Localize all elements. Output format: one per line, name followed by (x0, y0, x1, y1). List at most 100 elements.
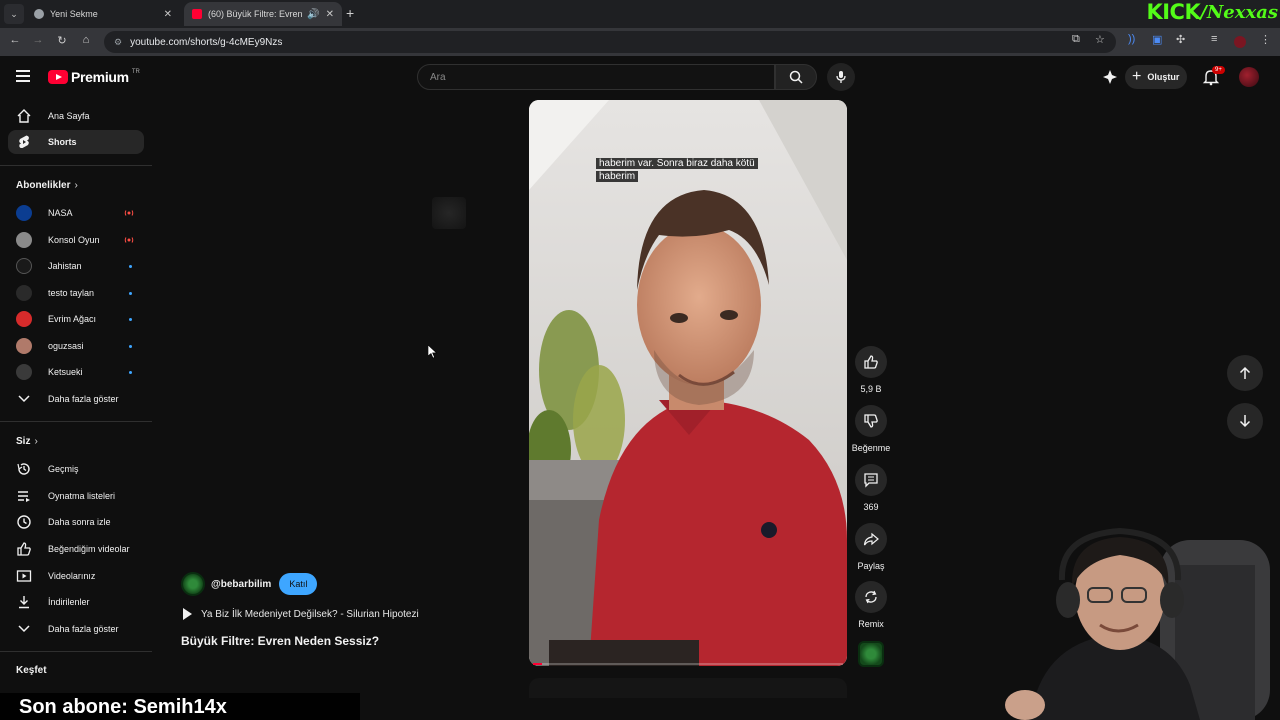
back-icon[interactable]: ← (8, 34, 22, 46)
sidebar-item-label: testo taylan (48, 288, 95, 298)
comment-count: 369 (863, 502, 879, 512)
sidebar-item-jahistan[interactable]: Jahistan (8, 254, 144, 278)
sidebar-item-show-more-you[interactable]: Daha fazla göster (8, 617, 144, 641)
install-app-icon[interactable]: ⧉ (1072, 33, 1080, 46)
reload-icon[interactable]: ↻ (55, 34, 69, 47)
bookmark-star-icon[interactable]: ☆ (1095, 33, 1105, 46)
sidebar-item-home[interactable]: Ana Sayfa (8, 104, 144, 128)
tab-search-icon[interactable]: ⌄ (4, 4, 24, 24)
sidebar-item-liked-videos[interactable]: Beğendiğim videolar (8, 537, 144, 561)
related-video-link[interactable]: Ya Biz İlk Medeniyet Değilsek? - Siluria… (183, 608, 419, 620)
sidebar-item-label: Videolarınız (48, 571, 96, 581)
forward-icon[interactable]: → (31, 34, 45, 46)
new-tab-button[interactable]: + (346, 5, 354, 21)
tab-new[interactable]: Yeni Sekme ✕ (26, 2, 180, 26)
extensions-icon[interactable]: ✣ (1176, 33, 1185, 46)
search-button[interactable] (775, 64, 817, 90)
search-input[interactable]: Ara (417, 64, 775, 90)
kick-username: /Nexxas (1200, 1, 1278, 23)
sidebar-item-label: NASA (48, 208, 73, 218)
your-videos-icon (16, 568, 32, 584)
browser-toolbar: ← → ↻ ⌂ ⚙ youtube.com/shorts/g-4cMEy9Nzs… (0, 28, 1280, 56)
sidebar-item-history[interactable]: Geçmiş (8, 457, 144, 481)
subscriptions-heading[interactable]: Abonelikler › (16, 180, 78, 191)
media-control-icon[interactable]: ≡ (1211, 33, 1217, 45)
channel-avatar-small[interactable] (858, 641, 884, 667)
new-content-dot (129, 265, 132, 268)
country-code: TR (131, 69, 140, 75)
channel-avatar (16, 311, 32, 327)
tab-youtube[interactable]: (60) Büyük Filtre: Evren Neden Sessiz? 🔊… (184, 2, 342, 26)
dislike-label: Beğenme (851, 443, 891, 453)
remix-action: Remix (854, 581, 888, 629)
video-progress-bar[interactable] (533, 663, 843, 665)
sidebar-item-label: Evrim Ağacı (48, 314, 97, 324)
share-button[interactable] (855, 523, 887, 555)
short-video-player[interactable] (529, 100, 847, 666)
account-avatar[interactable] (1239, 67, 1259, 87)
browser-menu-icon[interactable]: ⋮ (1260, 33, 1271, 46)
sidebar-item-label: İndirilenler (48, 597, 90, 607)
next-short-button[interactable] (1227, 403, 1263, 439)
video-frame-illustration (529, 100, 847, 666)
watch-later-icon (16, 514, 32, 530)
sidebar-item-downloads[interactable]: İndirilenler (8, 590, 144, 614)
video-progress-fill (533, 663, 543, 665)
channel-avatar (16, 364, 32, 380)
notification-badge: 9+ (1212, 66, 1225, 74)
search-icon (789, 70, 803, 84)
comments-button[interactable] (855, 464, 887, 496)
dislike-button[interactable] (855, 405, 887, 437)
sidebar-item-nasa[interactable]: NASA (8, 201, 144, 225)
sidebar-item-evrim-agaci[interactable]: Evrim Ağacı (8, 307, 144, 331)
youtube-premium-logo[interactable]: Premium TR (48, 69, 140, 85)
channel-avatar (16, 205, 32, 221)
sidebar-item-label: Ketsueki (48, 367, 83, 377)
gemini-sparkle-icon[interactable] (1102, 69, 1118, 85)
translate-extension-icon[interactable]: ▣ (1152, 33, 1162, 46)
like-count: 5,9 B (860, 384, 882, 394)
youtube-play-logo (48, 70, 68, 84)
you-heading[interactable]: Siz › (16, 436, 38, 447)
sidebar-item-playlists[interactable]: Oynatma listeleri (8, 484, 144, 508)
sidebar-item-your-videos[interactable]: Videolarınız (8, 564, 144, 588)
sidebar-item-konsol-oyun[interactable]: Konsol Oyun (8, 228, 144, 252)
chevron-down-icon (16, 621, 32, 637)
sidebar-item-shorts[interactable]: Shorts (8, 130, 144, 154)
profile-avatar[interactable] (1234, 36, 1246, 48)
chevron-right-icon: › (34, 436, 38, 447)
sidebar-item-oguzsasi[interactable]: oguzsasi (8, 334, 144, 358)
channel-avatar[interactable] (181, 572, 205, 596)
close-tab-icon[interactable]: ✕ (164, 9, 172, 20)
home-icon[interactable]: ⌂ (79, 34, 93, 46)
site-info-icon[interactable]: ⚙ (114, 37, 122, 48)
sidebar-item-label: Daha sonra izle (48, 517, 111, 527)
speaker-icon[interactable]: 🔊 (307, 9, 319, 20)
sidebar-divider (0, 651, 152, 652)
sidebar-item-testo-taylan[interactable]: testo taylan (8, 281, 144, 305)
channel-name[interactable]: @bebarbilim (211, 579, 271, 590)
voice-search-button[interactable] (827, 63, 855, 91)
dislike-action: Beğenme (852, 405, 890, 453)
sidebar-item-ketsueki[interactable]: Ketsueki (8, 360, 144, 384)
sidebar-item-label: Konsol Oyun (48, 235, 100, 245)
previous-short-button[interactable] (1227, 355, 1263, 391)
create-button[interactable]: + Oluştur (1125, 65, 1187, 89)
sidebar-item-show-more-subs[interactable]: Daha fazla göster (8, 387, 144, 411)
join-button[interactable]: Katıl (279, 573, 318, 595)
like-button[interactable] (855, 346, 887, 378)
channel-avatar (16, 258, 32, 274)
share-action: Paylaş (854, 523, 888, 571)
sidebar-item-watch-later[interactable]: Daha sonra izle (8, 510, 144, 534)
address-bar[interactable]: ⚙ youtube.com/shorts/g-4cMEy9Nzs (104, 31, 1116, 53)
tab-title: (60) Büyük Filtre: Evren Neden Sessiz? (208, 9, 303, 19)
extension-audio-icon[interactable]: )) (1128, 33, 1135, 45)
sidebar-item-label: Geçmiş (48, 464, 79, 474)
mouse-cursor-icon (428, 345, 438, 359)
close-tab-icon[interactable]: ✕ (326, 9, 334, 20)
remix-button[interactable] (855, 581, 887, 613)
next-short-preview[interactable] (529, 678, 847, 698)
kick-wordmark: KICK (1146, 0, 1201, 24)
sidebar-item-label: Oynatma listeleri (48, 491, 116, 501)
menu-icon[interactable] (16, 70, 30, 82)
